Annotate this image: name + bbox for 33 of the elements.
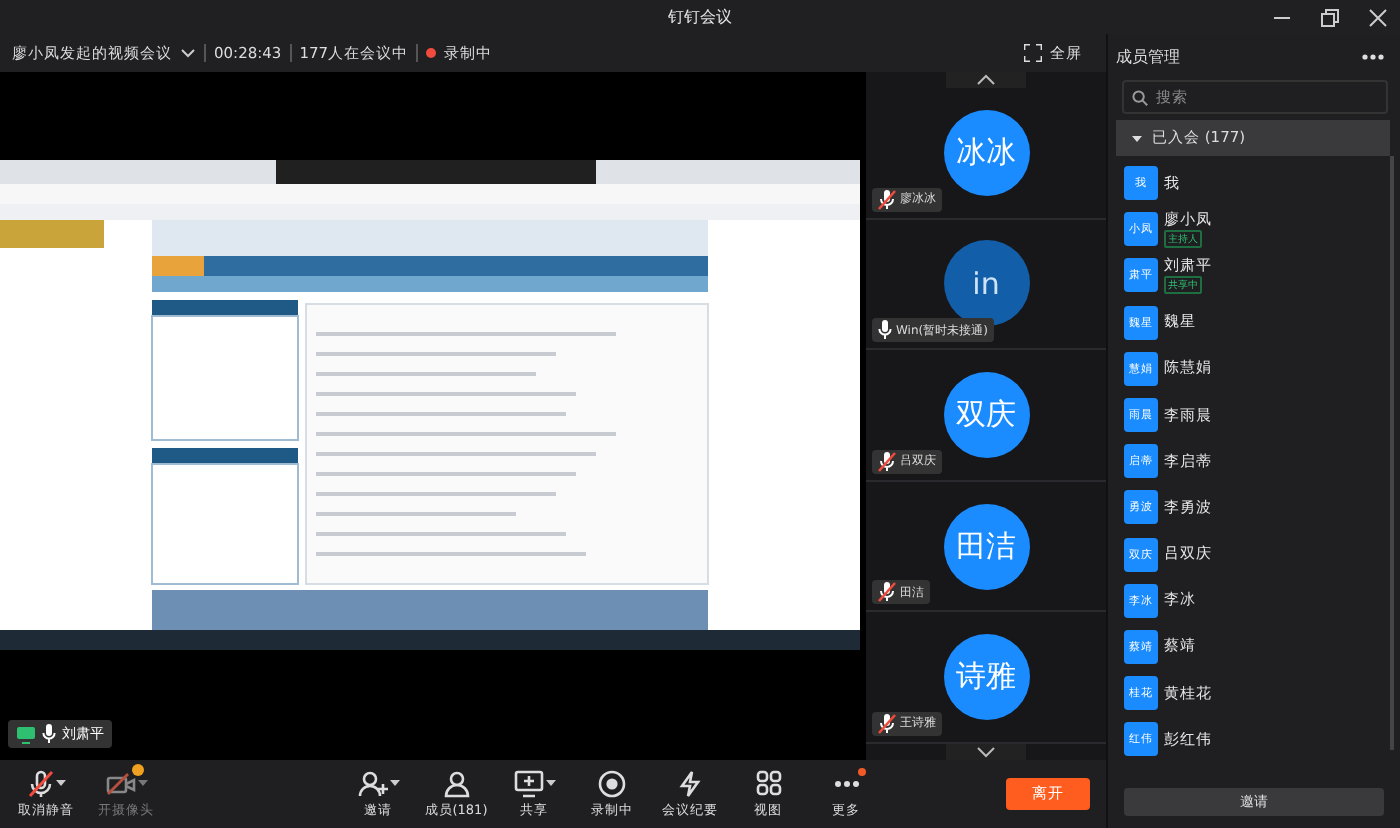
- monitor-icon: [513, 769, 543, 797]
- person-icon: [443, 769, 469, 797]
- more-icon: [833, 779, 859, 787]
- screen-share-icon: [16, 725, 36, 743]
- microphone-icon: [42, 724, 56, 744]
- camera-off-icon: [105, 771, 135, 795]
- caret-icon: [545, 780, 555, 786]
- scroll-up-button[interactable]: [946, 72, 1026, 88]
- scrollbar-icon[interactable]: [1390, 156, 1394, 751]
- caret-icon: [389, 780, 399, 786]
- more-icon[interactable]: [1362, 54, 1384, 60]
- grid-icon: [755, 770, 781, 796]
- add-person-icon: [357, 769, 387, 797]
- window-title: 钉钉会议: [668, 6, 732, 28]
- chevron-down-icon: [976, 745, 996, 758]
- search-icon: [1132, 90, 1148, 106]
- avatar-circle: 双庆: [943, 371, 1029, 458]
- record-icon: [598, 769, 626, 797]
- avatar-circle: 冰冰: [943, 109, 1029, 196]
- avatar-circle: in: [943, 240, 1029, 327]
- chevron-up-icon: [976, 74, 996, 86]
- restore-icon[interactable]: [1320, 8, 1340, 28]
- caret-icon: [55, 780, 65, 786]
- recording-dot-icon: [426, 48, 437, 58]
- chevron-down-icon[interactable]: [180, 47, 196, 59]
- close-icon[interactable]: [1368, 8, 1388, 28]
- avatar-circle: 诗雅: [943, 634, 1029, 721]
- lightning-icon: [676, 769, 704, 797]
- fullscreen-icon[interactable]: [1024, 44, 1042, 62]
- muted-microphone-icon: [27, 769, 53, 797]
- panel-title: 成员管理: [1116, 46, 1180, 68]
- caret-icon: [137, 780, 147, 786]
- avatar-circle: 田洁: [943, 503, 1029, 590]
